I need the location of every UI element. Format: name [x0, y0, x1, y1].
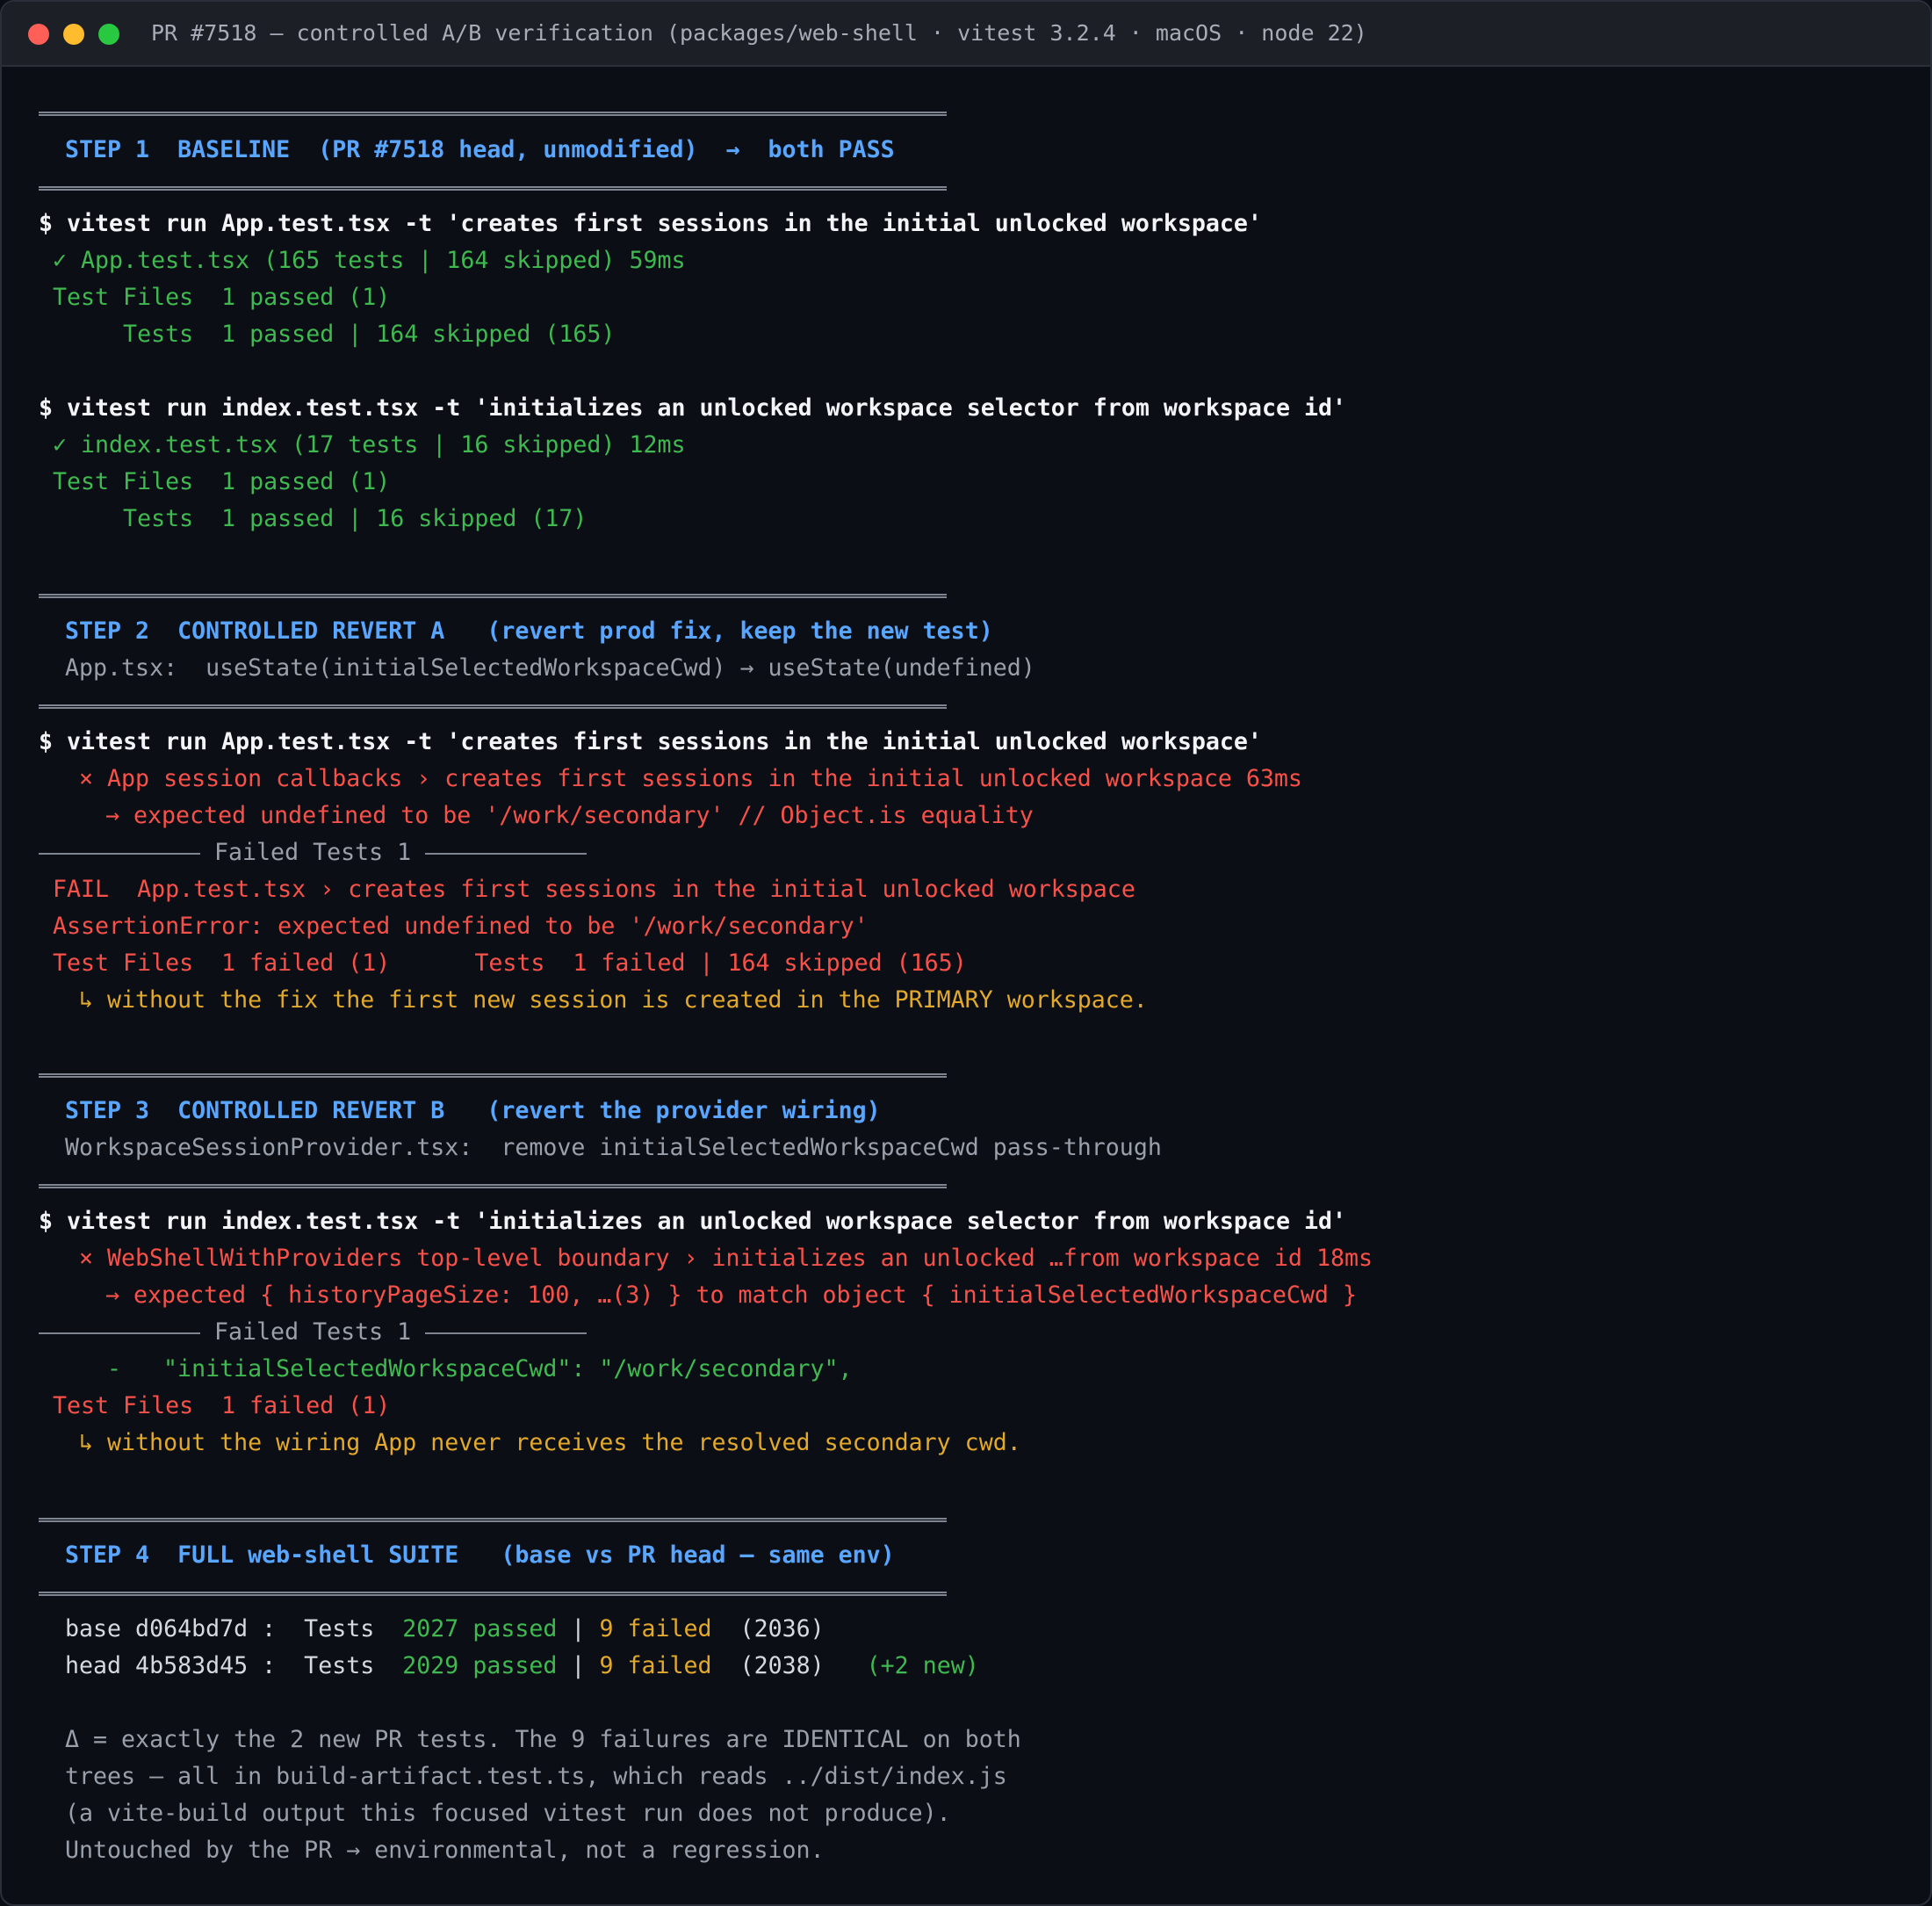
step4-note-line: (a vite-build output this focused vitest…	[65, 1800, 951, 1827]
title-bar: PR #7518 — controlled A/B verification (…	[2, 2, 1930, 67]
step1-command-app: $ vitest run App.test.tsx -t 'creates fi…	[39, 210, 1262, 237]
head-failed: 9 failed	[599, 1652, 712, 1679]
section-rule	[39, 112, 947, 116]
section-rule	[39, 1184, 947, 1188]
window-title: PR #7518 — controlled A/B verification (…	[151, 20, 1367, 46]
head-passed: 2029 passed	[402, 1652, 558, 1679]
step4-note-line: trees — all in build-artifact.test.ts, w…	[65, 1763, 1007, 1790]
step2-failed-tests-divider: Failed Tests 1	[39, 834, 588, 871]
failed-tests-label: Failed Tests 1	[214, 839, 412, 866]
step3-summary: Test Files 1 failed (1)	[53, 1392, 391, 1419]
base-total: (2036)	[711, 1615, 825, 1642]
step1-command-index: $ vitest run index.test.tsx -t 'initiali…	[39, 394, 1347, 422]
base-failed: 9 failed	[599, 1615, 712, 1642]
minimize-window-button[interactable]	[63, 24, 84, 45]
step3-command: $ vitest run index.test.tsx -t 'initiali…	[39, 1208, 1347, 1235]
step2-summary: Test Files 1 failed (1) Tests 1 failed |…	[53, 949, 967, 977]
step4-note-line: Untouched by the PR → environmental, not…	[65, 1837, 825, 1864]
step3-failed-tests-divider: Failed Tests 1	[39, 1314, 588, 1351]
step1-tests-app: Tests 1 passed | 164 skipped (165)	[53, 321, 616, 348]
step3-subtitle: WorkspaceSessionProvider.tsx: remove ini…	[65, 1134, 1162, 1161]
head-pipe: |	[557, 1652, 600, 1679]
step2-expect-line: → expected undefined to be '/work/second…	[105, 802, 1034, 829]
step2-note: ↳ without the fix the first new session …	[79, 986, 1148, 1014]
close-window-button[interactable]	[28, 24, 49, 45]
base-label: base d064bd7d : Tests	[65, 1615, 403, 1642]
step1-result-index: ✓ index.test.tsx (17 tests | 16 skipped)…	[53, 431, 686, 458]
section-rule	[39, 1592, 947, 1596]
step2-subtitle: App.tsx: useState(initialSelectedWorkspa…	[65, 654, 1035, 682]
step2-fail-line: × App session callbacks › creates first …	[79, 765, 1302, 792]
step3-fail-line: × WebShellWithProviders top-level bounda…	[79, 1245, 1373, 1272]
step3-expect-line: → expected { historyPageSize: 100, …(3) …	[105, 1281, 1357, 1309]
step4-base-row: base d064bd7d : Tests 2027 passed | 9 fa…	[65, 1611, 825, 1648]
step1-tests-index: Tests 1 passed | 16 skipped (17)	[53, 505, 588, 532]
step1-files-index: Test Files 1 passed (1)	[53, 468, 391, 495]
section-rule	[39, 594, 947, 598]
section-rule	[39, 1518, 947, 1522]
step2-command: $ vitest run App.test.tsx -t 'creates fi…	[39, 728, 1262, 755]
failed-tests-label: Failed Tests 1	[214, 1318, 412, 1346]
step2-assertion: AssertionError: expected undefined to be…	[53, 913, 869, 940]
step3-diff-line: - "initialSelectedWorkspaceCwd": "/work/…	[107, 1355, 853, 1383]
step2-header: STEP 2 CONTROLLED REVERT A (revert prod …	[65, 617, 993, 645]
step4-header: STEP 4 FULL web-shell SUITE (base vs PR …	[65, 1541, 895, 1569]
head-new: (+2 new)	[824, 1652, 979, 1679]
step1-result-app: ✓ App.test.tsx (165 tests | 164 skipped)…	[53, 247, 686, 274]
step1-files-app: Test Files 1 passed (1)	[53, 284, 391, 311]
base-pipe: |	[557, 1615, 600, 1642]
step4-head-row: head 4b583d45 : Tests 2029 passed | 9 fa…	[65, 1648, 979, 1685]
terminal-output[interactable]: STEP 1 BASELINE (PR #7518 head, unmodifi…	[2, 65, 1930, 1904]
section-rule	[39, 1073, 947, 1078]
zoom-window-button[interactable]	[98, 24, 119, 45]
head-total: (2038)	[711, 1652, 825, 1679]
section-rule	[39, 704, 947, 709]
terminal-window: PR #7518 — controlled A/B verification (…	[0, 0, 1932, 1906]
base-passed: 2027 passed	[402, 1615, 558, 1642]
step1-header: STEP 1 BASELINE (PR #7518 head, unmodifi…	[65, 136, 895, 163]
step3-note: ↳ without the wiring App never receives …	[79, 1429, 1021, 1456]
step3-header: STEP 3 CONTROLLED REVERT B (revert the p…	[65, 1097, 881, 1124]
head-label: head 4b583d45 : Tests	[65, 1652, 403, 1679]
section-rule	[39, 186, 947, 191]
step4-note-line: Δ = exactly the 2 new PR tests. The 9 fa…	[65, 1726, 1021, 1753]
step2-fail-detail: FAIL App.test.tsx › creates first sessio…	[53, 876, 1135, 903]
